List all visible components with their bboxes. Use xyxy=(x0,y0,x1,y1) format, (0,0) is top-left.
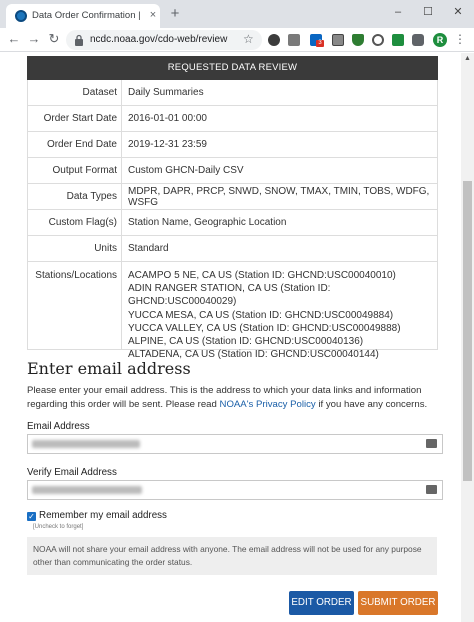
station-item: YUCCA MESA, CA US (Station ID: GHCND:USC… xyxy=(128,309,394,321)
tab-close-icon[interactable]: × xyxy=(147,9,159,21)
page-content: REQUESTED DATA REVIEW Dataset Daily Summa… xyxy=(0,53,461,622)
email-section-title: Enter email address xyxy=(27,359,191,378)
tab-title: Data Order Confirmation | Climate xyxy=(32,10,142,21)
browser-titlebar: Data Order Confirmation | Climate × + – … xyxy=(0,0,474,28)
submit-order-button[interactable]: SUBMIT ORDER xyxy=(358,591,438,615)
verify-email-field-label: Verify Email Address xyxy=(27,467,117,478)
row-value: 2019-12-31 23:59 xyxy=(128,139,207,150)
row-value: MDPR, DAPR, PRCP, SNWD, SNOW, TMAX, TMIN… xyxy=(128,185,430,208)
verify-email-field[interactable] xyxy=(27,480,443,500)
row-value: Standard xyxy=(128,243,169,254)
station-item: ALPINE, CA US (Station ID: GHCND:USC0004… xyxy=(128,336,364,348)
station-item: ADIN RANGER STATION, CA US (Station ID: … xyxy=(128,283,331,308)
review-row: Custom Flag(s) Station Name, Geographic L… xyxy=(27,210,438,236)
stations-list: ACAMPO 5 NE, CA US (Station ID: GHCND:US… xyxy=(122,262,437,360)
extensions-puzzle-icon[interactable] xyxy=(412,34,424,46)
new-tab-button[interactable]: + xyxy=(166,5,184,23)
bookmark-star-icon[interactable]: ☆ xyxy=(243,32,254,46)
intro-text-after: if you have any concerns. xyxy=(315,399,428,410)
privacy-notice: NOAA will not share your email address w… xyxy=(27,537,437,575)
stations-row: Stations/Locations ACAMPO 5 NE, CA US (S… xyxy=(27,262,438,360)
extension-search-icon[interactable] xyxy=(372,34,384,46)
review-row: Order Start Date 2016-01-01 00:00 xyxy=(27,106,438,132)
close-window-button[interactable]: ✕ xyxy=(448,3,468,21)
extension-screenshot-icon[interactable] xyxy=(332,34,344,46)
row-label: Order End Date xyxy=(28,132,122,157)
envelope-icon xyxy=(426,439,437,448)
forward-icon[interactable]: → xyxy=(26,31,42,47)
review-row: Dataset Daily Summaries xyxy=(27,80,438,106)
remember-email-label[interactable]: Remember my email address xyxy=(39,510,167,521)
browser-tab[interactable]: Data Order Confirmation | Climate × xyxy=(6,4,160,28)
row-label: Data Types xyxy=(28,184,122,209)
lock-icon xyxy=(75,34,83,46)
station-item: YUCCA VALLEY, CA US (Station ID: GHCND:U… xyxy=(128,322,401,334)
extension-clipboard-icon[interactable] xyxy=(288,34,300,46)
extension-shield-icon[interactable] xyxy=(352,34,364,46)
page-scrollbar[interactable]: ▲ xyxy=(461,53,474,622)
row-label: Dataset xyxy=(28,80,122,105)
row-label: Custom Flag(s) xyxy=(28,210,122,235)
noaa-favicon-icon xyxy=(15,10,27,22)
verify-email-value-redacted xyxy=(32,486,142,494)
back-icon[interactable]: ← xyxy=(6,31,22,47)
extension-checkmark-icon[interactable] xyxy=(392,34,404,46)
maximize-button[interactable]: ☐ xyxy=(418,3,438,21)
row-value: 2016-01-01 00:00 xyxy=(128,113,207,124)
edit-order-button[interactable]: EDIT ORDER xyxy=(289,591,354,615)
minimize-button[interactable]: – xyxy=(388,3,408,21)
browser-menu-icon[interactable]: ⋮ xyxy=(454,32,466,46)
row-label: Units xyxy=(28,236,122,261)
review-row: Output Format Custom GHCN-Daily CSV xyxy=(27,158,438,184)
review-row: Data Types MDPR, DAPR, PRCP, SNWD, SNOW, … xyxy=(27,184,438,210)
review-row: Units Standard xyxy=(27,236,438,262)
address-bar[interactable]: ncdc.noaa.gov/cdo-web/review ☆ xyxy=(66,30,262,50)
email-value-redacted xyxy=(32,440,140,448)
row-value: Daily Summaries xyxy=(128,87,204,98)
scroll-up-arrow-icon[interactable]: ▲ xyxy=(461,53,474,65)
uncheck-hint: [Uncheck to forget] xyxy=(33,524,84,530)
row-value: Custom GHCN-Daily CSV xyxy=(128,165,244,176)
row-value: Station Name, Geographic Location xyxy=(128,217,287,228)
row-label: Order Start Date xyxy=(28,106,122,131)
remember-email-checkbox[interactable]: ✓ xyxy=(27,512,36,521)
row-label: Stations/Locations xyxy=(28,262,122,349)
review-row: Order End Date 2019-12-31 23:59 xyxy=(27,132,438,158)
envelope-icon xyxy=(426,485,437,494)
review-table-header: REQUESTED DATA REVIEW xyxy=(27,56,438,80)
extension-dark-mode-icon[interactable] xyxy=(268,34,280,46)
requested-data-review-table: REQUESTED DATA REVIEW Dataset Daily Summa… xyxy=(27,56,438,360)
privacy-policy-link[interactable]: NOAA's Privacy Policy xyxy=(220,399,316,410)
scrollbar-thumb[interactable] xyxy=(463,181,472,481)
profile-avatar[interactable]: R xyxy=(433,33,447,47)
reload-icon[interactable]: ↻ xyxy=(46,31,62,47)
browser-toolbar: ← → ↻ ncdc.noaa.gov/cdo-web/review ☆ 3 R… xyxy=(0,28,474,52)
station-item: ACAMPO 5 NE, CA US (Station ID: GHCND:US… xyxy=(128,270,396,281)
email-field-label: Email Address xyxy=(27,421,90,432)
extension-badge: 3 xyxy=(316,40,324,47)
email-field[interactable] xyxy=(27,434,443,454)
row-label: Output Format xyxy=(28,158,122,183)
email-intro-text: Please enter your email address. This is… xyxy=(27,384,437,412)
url-text: ncdc.noaa.gov/cdo-web/review xyxy=(90,34,228,45)
